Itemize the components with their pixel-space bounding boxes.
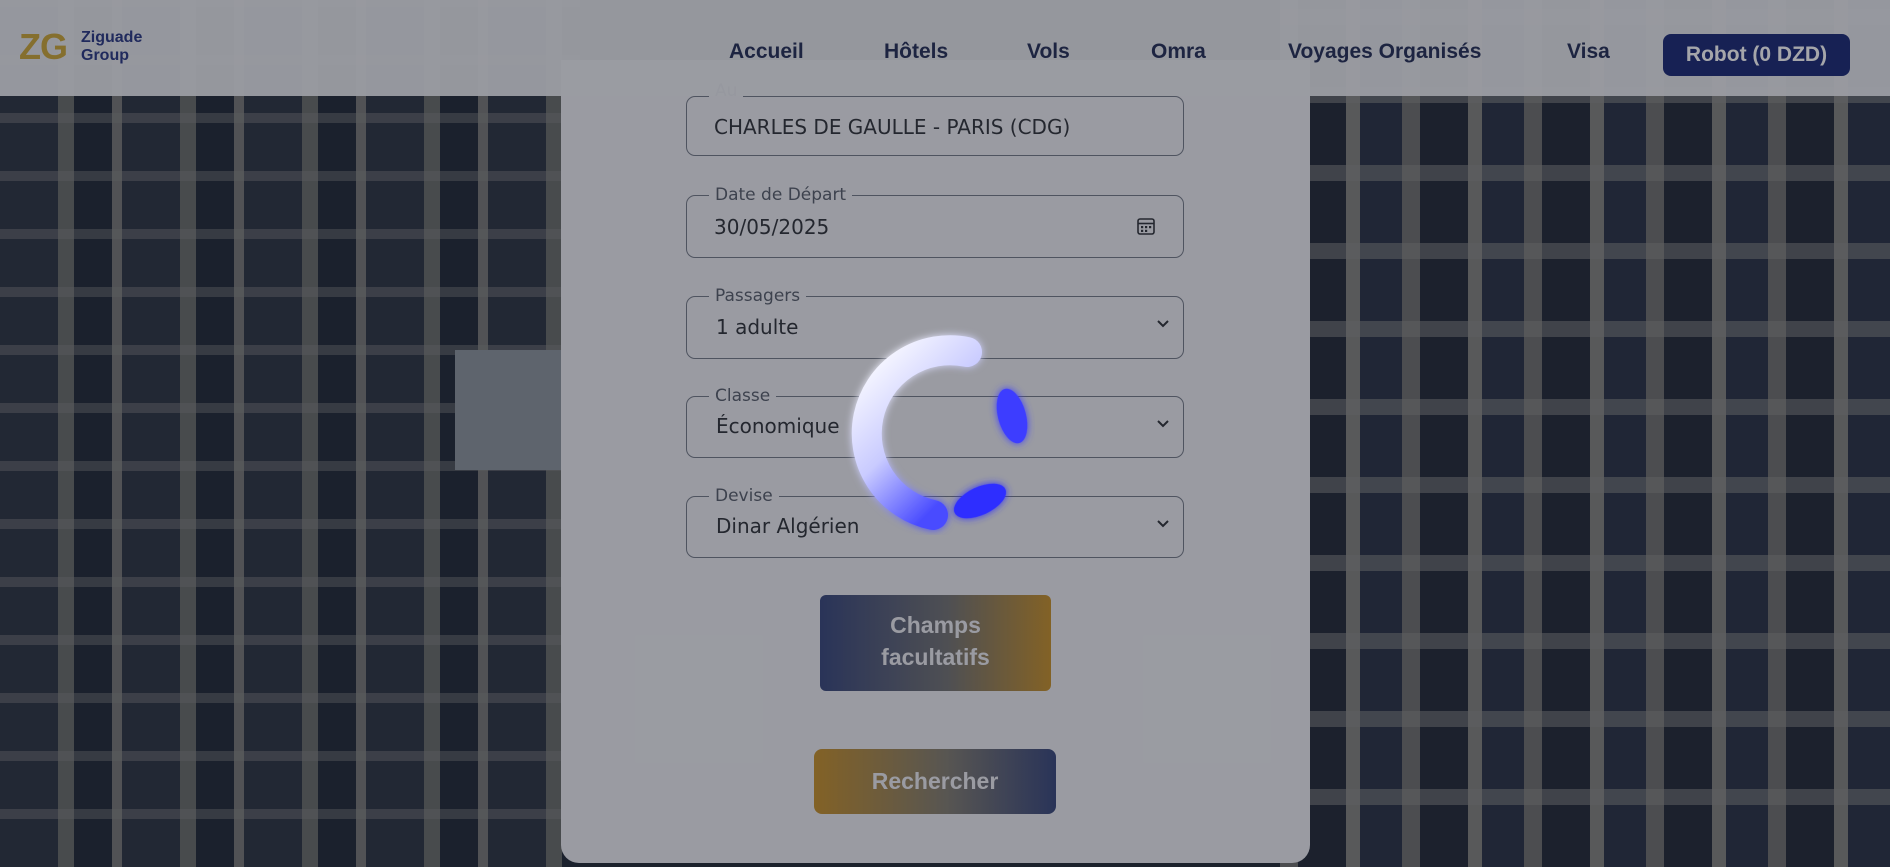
loading-spinner-icon [851,335,1028,530]
